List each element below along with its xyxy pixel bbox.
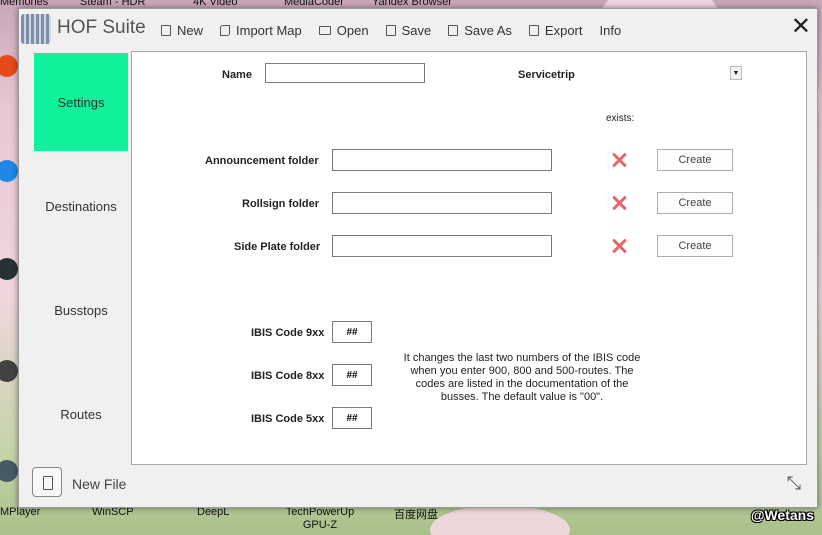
rollsign-folder-input[interactable]: [332, 192, 552, 214]
blossom-decoration: [430, 505, 570, 535]
desktop-label[interactable]: 4K Video: [193, 0, 237, 8]
menu-info-label: Info: [599, 23, 622, 38]
servicetrip-label: Servicetrip: [518, 69, 575, 81]
menu-save-as-label: Save As: [464, 23, 512, 38]
ibis-8xx-input[interactable]: [332, 364, 372, 386]
desktop-app-icon[interactable]: [0, 258, 18, 280]
desktop-label[interactable]: Steam - HDR: [80, 0, 145, 8]
desktop-app-icon[interactable]: [0, 160, 18, 182]
new-file-icon: [161, 25, 171, 36]
ibis-9xx-input[interactable]: [332, 321, 372, 343]
resize-icon[interactable]: ⤡: [787, 473, 801, 494]
menu-save-as-button[interactable]: Save As: [448, 23, 512, 38]
announcement-folder-label: Announcement folder: [205, 155, 319, 167]
map-icon: [220, 25, 231, 36]
desktop-app-icon[interactable]: [0, 360, 18, 382]
menu-open-button[interactable]: Open: [318, 23, 369, 38]
desktop-label[interactable]: Memories: [0, 0, 48, 8]
ibis-5xx-input[interactable]: [332, 407, 372, 429]
menu-bar: New Import Map Open Save Save As Export: [161, 23, 638, 38]
settings-panel: Name Servicetrip ▼ exists: Announcement …: [131, 51, 807, 465]
menu-info-button[interactable]: Info: [600, 23, 622, 38]
create-announcement-folder-button[interactable]: Create: [657, 149, 733, 171]
side-plate-folder-label: Side Plate folder: [234, 241, 321, 253]
menu-import-map-label: Import Map: [236, 23, 302, 38]
ibis-9xx-label: IBIS Code 9xx: [251, 327, 325, 339]
sidebar-item-label: Busstops: [54, 302, 108, 318]
file-icon[interactable]: [32, 467, 62, 497]
name-input[interactable]: [265, 63, 425, 83]
ibis-5xx-label: IBIS Code 5xx: [251, 413, 325, 425]
sidebar-item-label: Routes: [60, 406, 102, 422]
sidebar-item-label: Destinations: [45, 198, 117, 214]
menu-new-button[interactable]: New: [161, 23, 203, 38]
announcement-folder-input[interactable]: [332, 149, 552, 171]
create-rollsign-folder-button[interactable]: Create: [657, 192, 733, 214]
close-icon[interactable]: ✕: [791, 13, 811, 41]
menu-import-map-button[interactable]: Import Map: [220, 23, 302, 38]
menu-save-button[interactable]: Save: [385, 23, 432, 38]
sidebar-item-busstops[interactable]: Busstops: [34, 261, 128, 359]
desktop-label[interactable]: MediaCoder: [284, 0, 344, 8]
side-plate-folder-input[interactable]: [332, 235, 552, 257]
menu-export-label: Export: [544, 23, 583, 38]
ibis-8xx-label: IBIS Code 8xx: [251, 370, 325, 382]
current-file-label: New File: [72, 476, 127, 492]
app-logo-icon: [21, 14, 51, 44]
desktop-app-icon[interactable]: [0, 460, 18, 482]
watermark: @Wetans: [750, 507, 814, 523]
name-label: Name: [222, 69, 252, 81]
not-exists-icon: [611, 195, 627, 211]
menu-export-button[interactable]: Export: [528, 23, 583, 38]
sidebar-item-settings[interactable]: Settings: [34, 53, 128, 151]
servicetrip-dropdown-chevron-icon[interactable]: ▼: [730, 66, 742, 80]
title-bar[interactable]: HOF Suite New Import Map Open Save Save …: [19, 9, 817, 51]
app-window: HOF Suite New Import Map Open Save Save …: [18, 8, 818, 508]
menu-save-label: Save: [401, 23, 432, 38]
sidebar-item-routes[interactable]: Routes: [34, 365, 128, 463]
desktop-app-icon[interactable]: [0, 55, 18, 77]
menu-new-label: New: [177, 23, 204, 38]
rollsign-folder-label: Rollsign folder: [242, 198, 319, 210]
export-icon: [528, 25, 539, 36]
sidebar-item-label: Settings: [57, 94, 105, 110]
folder-icon: [318, 26, 331, 35]
save-icon: [385, 25, 396, 36]
not-exists-icon: [611, 152, 627, 168]
ibis-info-text: It changes the last two numbers of the I…: [403, 352, 641, 403]
app-title: HOF Suite: [57, 17, 146, 38]
sidebar-item-destinations[interactable]: Destinations: [34, 157, 128, 255]
desktop-label[interactable]: TechPowerUp GPU-Z: [280, 506, 360, 532]
desktop-label[interactable]: 百度网盘: [394, 506, 438, 522]
not-exists-icon: [611, 238, 627, 254]
exists-label: exists:: [606, 113, 635, 124]
create-side-plate-folder-button[interactable]: Create: [657, 235, 733, 257]
menu-open-label: Open: [336, 23, 369, 38]
save-as-icon: [448, 25, 459, 36]
desktop-label[interactable]: Yandex Browser: [372, 0, 452, 8]
